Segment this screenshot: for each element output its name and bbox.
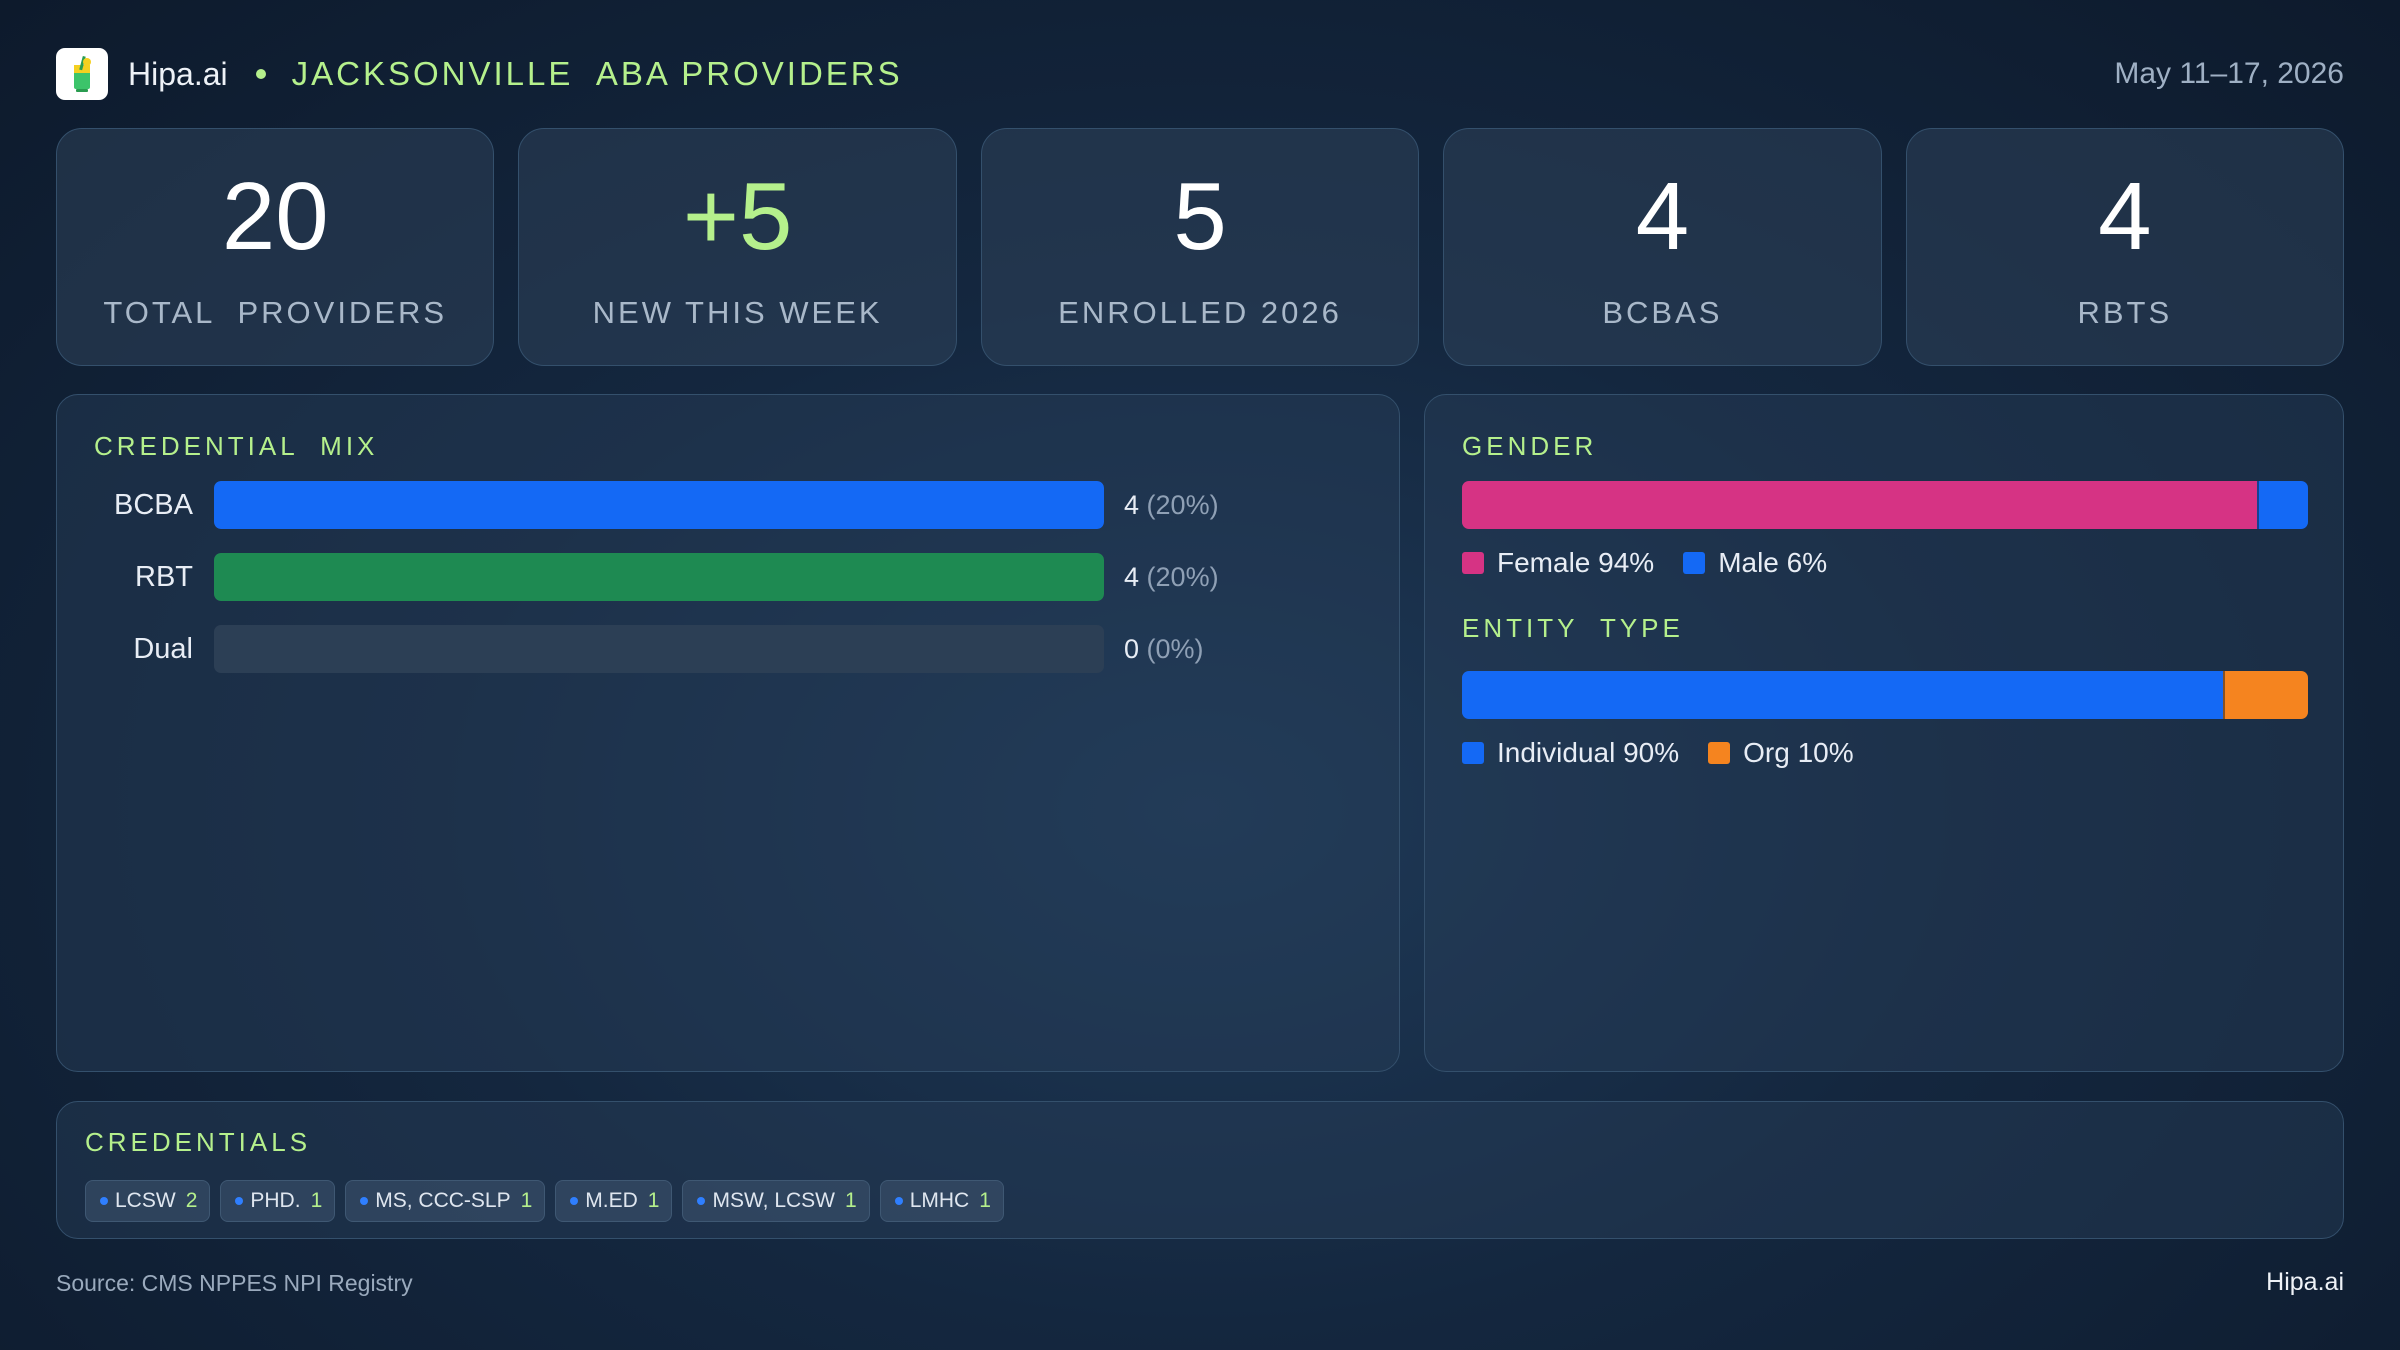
mix-row-label: Dual [133, 633, 193, 665]
stat-value: 5 [1173, 163, 1227, 270]
chip-dot [100, 1197, 108, 1205]
legend-label: Male 6% [1718, 547, 1828, 578]
credential-chip[interactable]: M.ED 1 [555, 1180, 673, 1222]
stat-label: BCBAS [1602, 295, 1723, 330]
brand-name: Hipa.ai [128, 55, 228, 92]
stat-card-enrolled-2026: 5 ENROLLED 2026 [980, 128, 1420, 366]
panel-title: CREDENTIALS [85, 1127, 312, 1157]
bar-bcba [214, 481, 1104, 529]
stat-value: +5 [682, 163, 793, 270]
stat-value: 4 [1635, 163, 1690, 270]
gender-segment-0 [1462, 481, 2258, 529]
legend-swatch [1462, 552, 1484, 574]
mix-row-bcba: BCBA 4 (20%) [57, 481, 1399, 529]
stat-card-new-this-week: +5 NEW THIS WEEK [518, 128, 957, 366]
legend-swatch [1708, 742, 1731, 764]
bar-track [214, 625, 1104, 673]
bar-track [214, 553, 1104, 601]
stat-value: 4 [2098, 163, 2152, 270]
panel-title: CREDENTIAL MIX [94, 431, 379, 461]
mix-row-label: RBT [135, 561, 193, 593]
legend-label: Female 94% [1497, 547, 1655, 578]
legend-female: Female 94% [1462, 547, 1654, 579]
count: 0 [1124, 634, 1140, 664]
stat-label: TOTAL PROVIDERS [103, 295, 448, 330]
credential-chip[interactable]: MSW, LCSW 1 [682, 1180, 870, 1222]
legend-label: Individual 90% [1497, 737, 1680, 768]
chip-dot [894, 1197, 903, 1205]
credential-mix-panel: CREDENTIAL MIX BCBA 4 (20%) RBT 4 (20%) … [56, 394, 1400, 1072]
stat-value: 20 [221, 163, 329, 270]
legend-swatch [1683, 552, 1706, 574]
mix-row-value: 4 (20%) [1124, 481, 1219, 529]
mix-row-value: 4 (20%) [1124, 553, 1219, 601]
entity-type-title: ENTITY TYPE [1462, 613, 1684, 643]
chip-count: 1 [520, 1189, 533, 1212]
stat-card-total-providers: 20 TOTAL PROVIDERS [56, 128, 495, 366]
chip-name: LMHC [909, 1189, 970, 1212]
bar-track [214, 481, 1104, 529]
percent: (20%) [1146, 562, 1219, 592]
stat-cards: 20 TOTAL PROVIDERS +5 NEW THIS WEEK 5 EN… [56, 128, 2345, 366]
gender-legend: Female 94% Male 6% [1462, 547, 1856, 579]
credential-chip[interactable]: LMHC 1 [879, 1180, 1004, 1222]
stat-card-bcbas: 4 BCBAS [1443, 128, 1882, 366]
mix-row-value: 0 (0%) [1124, 625, 1204, 673]
legend-male: Male 6% [1683, 547, 1827, 579]
entity-segment-1 [2223, 671, 2308, 719]
chip-dot [360, 1197, 369, 1205]
percent: (20%) [1146, 490, 1219, 520]
legend-label: Org 10% [1743, 737, 1854, 768]
mix-row-label: BCBA [114, 489, 193, 521]
footer-brand: Hipa.ai [2266, 1268, 2344, 1296]
header: Hipa.ai JACKSONVILLE ABA PROVIDERS May 1… [56, 48, 2344, 100]
chip-name: LCSW [115, 1189, 176, 1212]
bar-rbt [214, 553, 1104, 601]
legend-individual: Individual 90% [1462, 737, 1679, 769]
chip-name: MS, CCC-SLP [375, 1189, 511, 1212]
chip-dot [697, 1197, 706, 1205]
date-range: May 11–17, 2026 [2114, 57, 2344, 90]
count: 4 [1124, 562, 1140, 592]
gender-title: GENDER [1462, 431, 1598, 461]
mix-row-rbt: RBT 4 (20%) [57, 553, 1399, 601]
chip-dot [570, 1197, 579, 1205]
app-logo[interactable] [56, 48, 108, 100]
chip-name: M.ED [585, 1189, 638, 1212]
legend-swatch [1462, 742, 1484, 764]
credential-chips: LCSW 2 PHD. 1 MS, CCC-SLP 1 M.ED 1 MSW, LCSW… [85, 1180, 2343, 1222]
report-title: JACKSONVILLE ABA PROVIDERS [291, 55, 903, 92]
gender-stacked-bar [1462, 481, 2308, 529]
chip-name: MSW, LCSW [712, 1189, 835, 1212]
credentials-panel: CREDENTIALS LCSW 2 PHD. 1 MS, CCC-SLP 1 M.E… [56, 1101, 2344, 1239]
chip-dot [235, 1197, 244, 1205]
chip-count: 1 [310, 1189, 323, 1212]
chip-count: 1 [647, 1189, 660, 1212]
chip-count: 1 [979, 1189, 991, 1212]
legend-org: Org 10% [1708, 737, 1854, 769]
stat-card-rbts: 4 RBTS [1905, 128, 2345, 366]
chip-count: 1 [845, 1189, 857, 1212]
percent: (0%) [1146, 634, 1204, 664]
credential-chip[interactable]: MS, CCC-SLP 1 [345, 1180, 546, 1222]
credential-chip[interactable]: LCSW 2 [85, 1180, 211, 1222]
count: 4 [1124, 490, 1140, 520]
demographics-panel: GENDER Female 94% Male 6% ENTITY TYPE In… [1424, 394, 2344, 1072]
entity-type-stacked-bar [1462, 671, 2308, 719]
separator-dot [255, 69, 266, 79]
gender-segment-1 [2257, 481, 2308, 529]
chip-name: PHD. [250, 1189, 301, 1212]
data-source: Source: CMS NPPES NPI Registry [56, 1270, 413, 1296]
entity-type-legend: Individual 90% Org 10% [1462, 737, 1883, 769]
stat-label: NEW THIS WEEK [592, 295, 883, 330]
mix-row-dual: Dual 0 (0%) [57, 625, 1399, 673]
cocktail-glass-icon [74, 55, 91, 92]
chip-count: 2 [185, 1189, 198, 1212]
stat-label: ENROLLED 2026 [1058, 295, 1342, 330]
credential-chip[interactable]: PHD. 1 [220, 1180, 336, 1222]
stat-label: RBTS [2077, 295, 2173, 330]
entity-segment-0 [1462, 671, 2224, 719]
